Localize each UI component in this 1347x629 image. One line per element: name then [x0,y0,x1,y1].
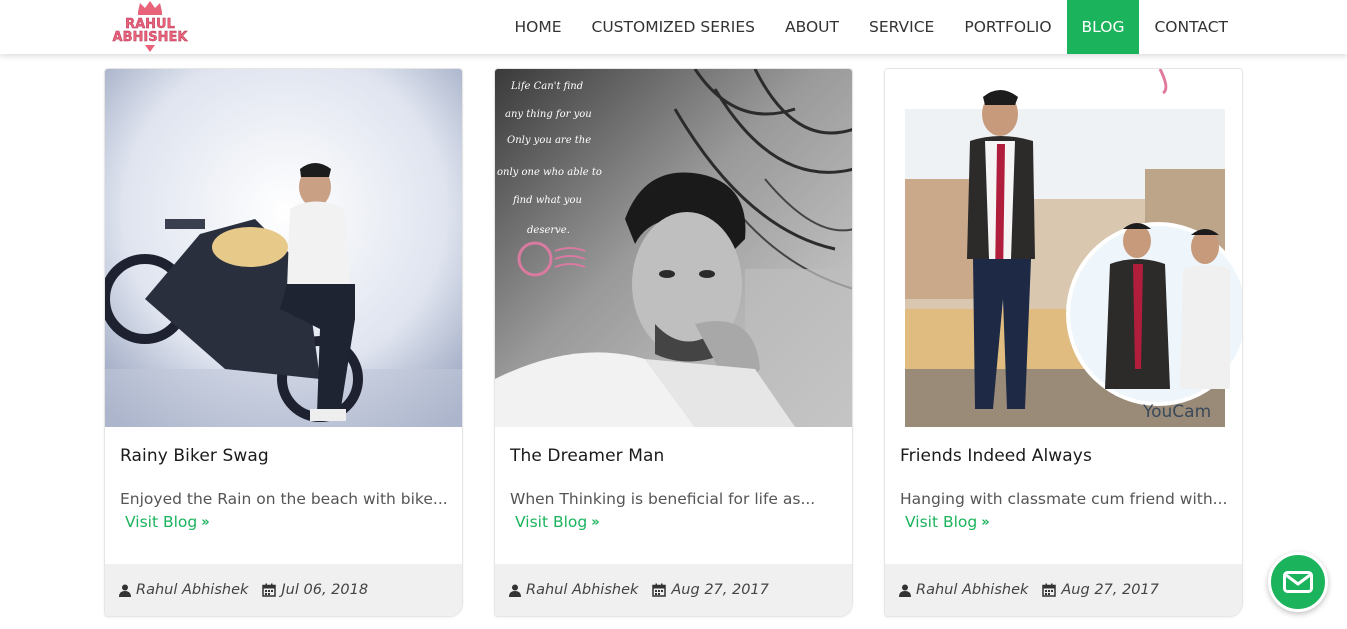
logo-line2: ABHISHEK [113,30,189,45]
post-date: Jul 06, 2018 [262,582,368,598]
post-date: Aug 27, 2017 [1042,582,1159,598]
double-chevron-right-icon: » [981,514,990,530]
post-author: Rahul Abhishek [509,582,638,598]
nav-item-home[interactable]: HOME [499,0,576,54]
site-logo[interactable]: RAHUL ABHISHEK [108,0,194,54]
main-nav: HOME CUSTOMIZED SERIES ABOUT SERVICE POR… [499,0,1243,54]
double-chevron-right-icon: » [201,514,210,530]
blog-card-title[interactable]: The Dreamer Man [510,446,664,466]
nav-item-about[interactable]: ABOUT [770,0,854,54]
post-date: Aug 27, 2017 [652,582,769,598]
blog-card[interactable]: Life Can't find any thing for you Only y… [494,68,853,617]
blog-card-excerpt: When Thinking is beneficial for life as.… [510,490,816,508]
visit-blog-link[interactable]: Visit Blog » [905,513,990,531]
nav-item-blog[interactable]: BLOG [1066,0,1140,54]
blog-card-grid: Rainy Biker Swag Enjoyed the Rain on the… [0,0,1347,629]
blog-card-image[interactable]: Life Can't find any thing for you Only y… [495,69,852,427]
nav-item-portfolio[interactable]: PORTFOLIO [949,0,1066,54]
blog-card-title[interactable]: Rainy Biker Swag [120,446,269,466]
blog-card-footer: Rahul Abhishek Jul 06, 2018 [105,564,462,616]
blog-card-image[interactable] [105,69,462,427]
blog-card-image[interactable]: YouCam [885,69,1242,427]
nav-item-contact[interactable]: CONTACT [1139,0,1243,54]
svg-text:find what you: find what you [512,195,582,206]
mail-icon [1283,571,1313,593]
blog-card[interactable]: YouCam Friends Indeed Always Hanging wit… [884,68,1243,617]
visit-blog-link[interactable]: Visit Blog » [125,513,210,531]
post-author: Rahul Abhishek [899,582,1028,598]
contact-mail-button[interactable] [1268,552,1328,612]
svg-text:only one who able to: only one who able to [497,167,602,178]
blog-card-footer: Rahul Abhishek Aug 27, 2017 [885,564,1242,616]
calendar-icon [262,583,277,597]
logo-graphic: RAHUL ABHISHEK [112,1,189,52]
post-author: Rahul Abhishek [119,582,248,598]
post-date-value: Jul 06, 2018 [281,582,369,598]
calendar-icon [652,583,667,597]
blog-card-excerpt: Enjoyed the Rain on the beach with bike.… [120,490,448,508]
svg-text:deserve.: deserve. [527,225,570,236]
blog-card-excerpt: Hanging with classmate cum friend with..… [900,490,1228,508]
post-date-value: Aug 27, 2017 [671,582,769,598]
nav-item-service[interactable]: SERVICE [854,0,949,54]
blog-card[interactable]: Rainy Biker Swag Enjoyed the Rain on the… [104,68,463,617]
visit-blog-label: Visit Blog [515,513,588,531]
post-author-name: Rahul Abhishek [136,582,249,598]
post-date-value: Aug 27, 2017 [1061,582,1159,598]
post-author-name: Rahul Abhishek [916,582,1029,598]
svg-text:Life Can't find: Life Can't find [510,81,583,92]
visit-blog-label: Visit Blog [125,513,198,531]
svg-text:any thing for you: any thing for you [505,109,592,120]
nav-item-customized-series[interactable]: CUSTOMIZED SERIES [577,0,771,54]
calendar-icon [1042,583,1057,597]
image-watermark-text: YouCam [1142,402,1211,422]
blog-card-title[interactable]: Friends Indeed Always [900,446,1092,466]
top-navbar: RAHUL ABHISHEK HOME CUSTOMIZED SERIES AB… [0,0,1347,54]
blog-card-footer: Rahul Abhishek Aug 27, 2017 [495,564,852,616]
svg-text:Only you are the: Only you are the [507,135,591,146]
post-author-name: Rahul Abhishek [526,582,639,598]
visit-blog-link[interactable]: Visit Blog » [515,513,600,531]
user-icon [509,584,521,597]
user-icon [899,584,911,597]
double-chevron-right-icon: » [591,514,600,530]
visit-blog-label: Visit Blog [905,513,978,531]
user-icon [119,584,131,597]
